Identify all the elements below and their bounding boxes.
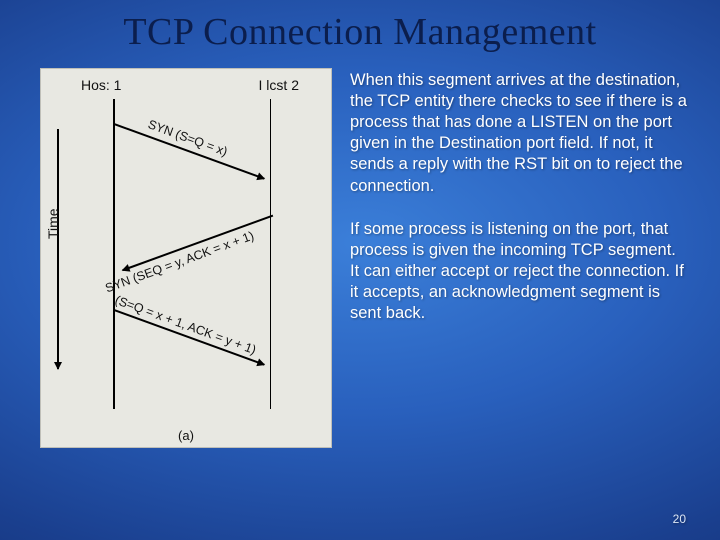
body-text: When this segment arrives at the destina…	[350, 68, 688, 448]
host2-timeline	[270, 99, 272, 409]
time-axis-label: Time	[45, 208, 61, 239]
slide-title: TCP Connection Management	[0, 0, 720, 60]
ack-label: (S=Q = x + 1, ACK = y + 1)	[113, 293, 258, 357]
time-axis-arrow	[57, 129, 59, 369]
host1-timeline	[113, 99, 115, 409]
diagram-caption: (a)	[178, 428, 194, 443]
syn-label: SYN (S=Q = x)	[146, 117, 229, 159]
synack-label: SYN (SEQ = y, ACK = x + 1)	[103, 229, 255, 296]
content-area: Hos: 1 I lcst 2 Time SYN (S=Q = x) SYN (…	[0, 60, 720, 448]
host2-label: I lcst 2	[259, 77, 299, 93]
paragraph-2: If some process is listening on the port…	[350, 219, 688, 325]
page-number: 20	[673, 512, 686, 526]
host1-label: Hos: 1	[81, 77, 121, 93]
handshake-diagram: Hos: 1 I lcst 2 Time SYN (S=Q = x) SYN (…	[40, 68, 332, 448]
paragraph-1: When this segment arrives at the destina…	[350, 70, 688, 197]
